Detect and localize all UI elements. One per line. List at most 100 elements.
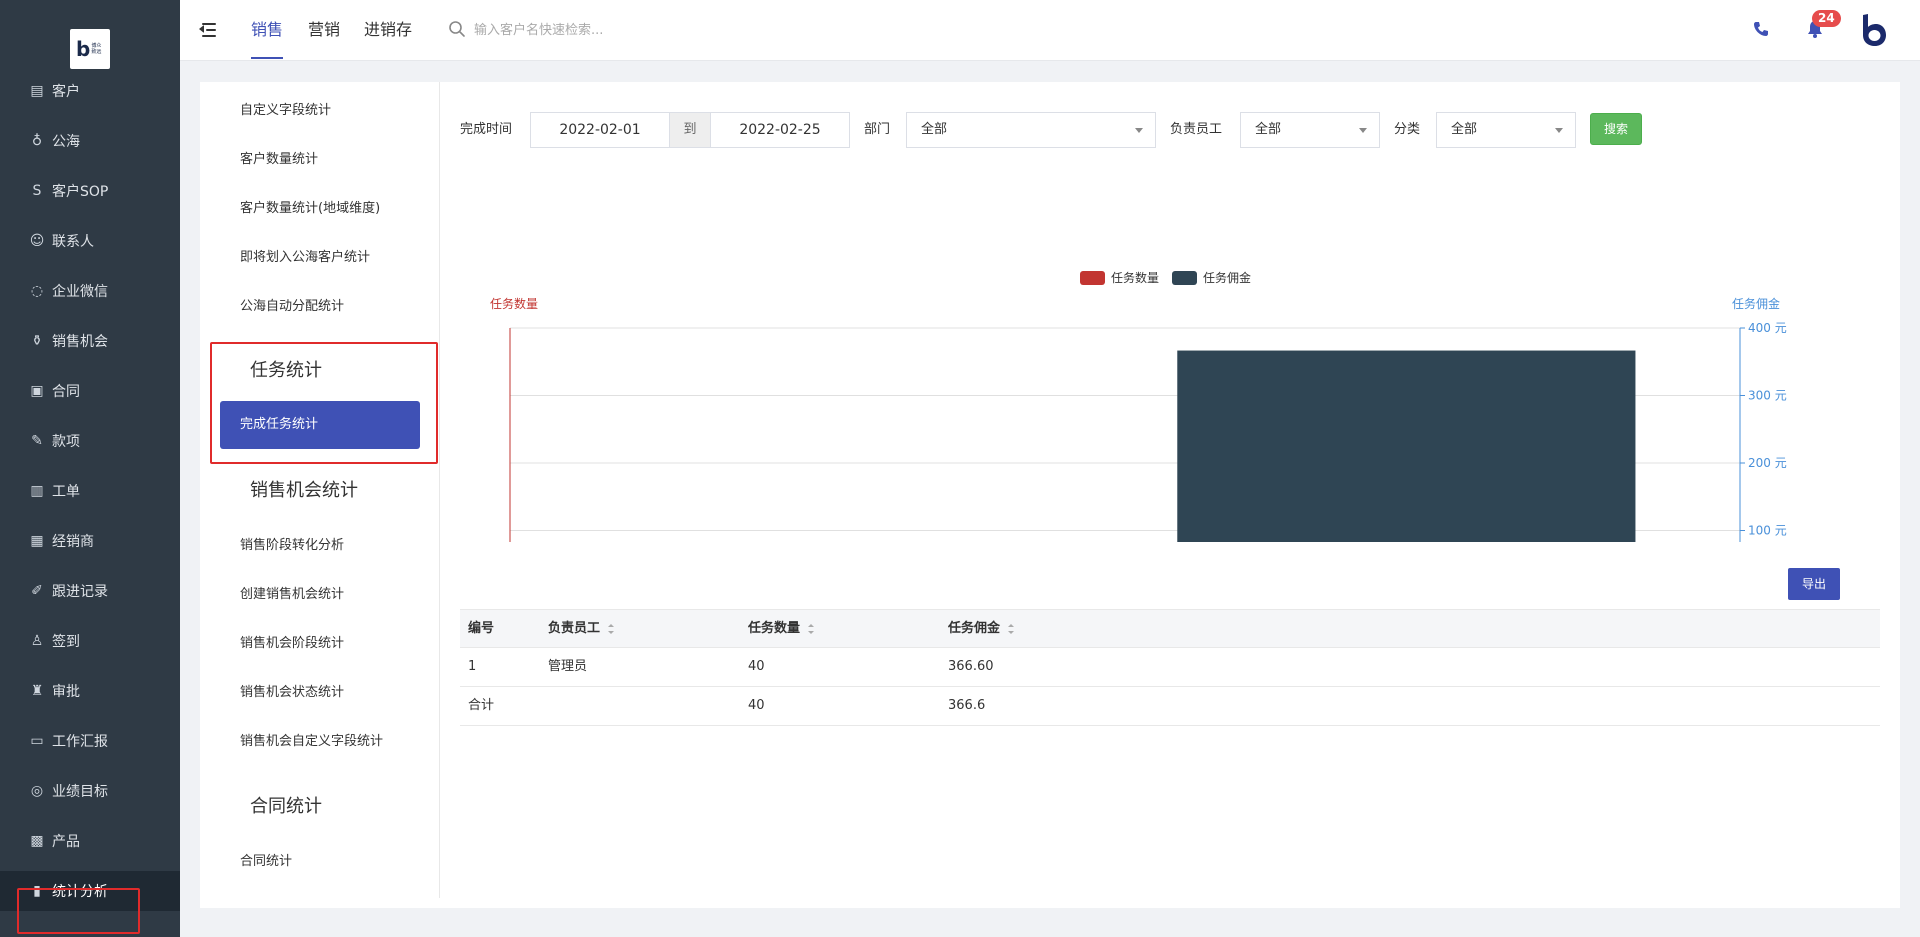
dept-label: 部门	[864, 122, 891, 137]
subnav-item[interactable]: 自定义字段统计	[240, 99, 331, 118]
sidebar-item[interactable]: ☺ 联系人	[0, 221, 180, 261]
tab-sales[interactable]: 销售	[251, 0, 284, 61]
menu-toggle-icon[interactable]	[198, 20, 220, 40]
store-icon: ▦	[30, 533, 44, 549]
tab-marketing[interactable]: 营销	[308, 0, 340, 61]
y-right-tick-label: 100 元	[1748, 524, 1787, 538]
legend-swatch	[1080, 271, 1105, 285]
subnav-item[interactable]: 创建销售机会统计	[240, 583, 344, 602]
sidebar-item-label: 工单	[52, 484, 80, 500]
app-logo[interactable]: b 博众致远	[70, 29, 110, 69]
sidebar-item[interactable]: ◎ 业绩目标	[0, 771, 180, 811]
subnav-item[interactable]: 销售机会阶段统计	[240, 632, 344, 651]
sidebar-item[interactable]: ⚱ 销售机会	[0, 321, 180, 361]
subnav-item[interactable]: 客户数量统计(地域维度)	[240, 197, 380, 216]
sidebar-item-label: 公海	[52, 134, 80, 150]
brand-icon[interactable]	[1858, 13, 1888, 47]
sidebar-item-label: 销售机会	[52, 334, 108, 350]
col-header-commission-label: 任务佣金	[948, 621, 1001, 636]
table-header-row: 编号 负责员工 任务数量 任务佣金	[460, 609, 1880, 648]
customer-search-input[interactable]	[474, 16, 774, 44]
notification-badge: 24	[1812, 10, 1841, 27]
sidebar-item-label: 产品	[52, 834, 80, 850]
stamp-icon: ♜	[30, 683, 44, 699]
sidebar-item[interactable]: ♙ 签到	[0, 621, 180, 661]
category-label: 分类	[1394, 122, 1421, 137]
bar	[1177, 350, 1636, 542]
chat-icon: ◌	[30, 283, 44, 299]
sidebar-item[interactable]: ▩ 产品	[0, 821, 180, 861]
sidebar-item[interactable]: ♁ 公海	[0, 121, 180, 161]
dept-select[interactable]: 全部	[906, 112, 1156, 148]
subnav-item-completed-tasks[interactable]: 完成任务统计	[220, 401, 420, 449]
sidebar-item[interactable]: S 客户SOP	[0, 171, 180, 211]
sidebar-item[interactable]: ▮ 统计分析	[0, 871, 180, 911]
section-task-stats: 任务统计	[250, 360, 322, 381]
sidebar-item-label: 客户SOP	[52, 184, 109, 200]
y-right-tick-label: 300 元	[1748, 389, 1787, 403]
sort-icon[interactable]	[808, 623, 815, 634]
date-separator: 到	[670, 112, 710, 148]
subnav-item[interactable]: 销售机会状态统计	[240, 681, 344, 700]
user-icon: ☺	[29, 233, 45, 249]
sort-icon[interactable]	[1008, 623, 1015, 634]
sort-icon[interactable]	[608, 623, 615, 634]
grid-icon: ▩	[30, 833, 44, 849]
cell-owner: 管理员	[548, 659, 588, 674]
col-header-owner-label: 负责员工	[548, 621, 601, 636]
subnav-item[interactable]: 客户数量统计	[240, 148, 318, 167]
cell-id: 1	[468, 659, 477, 674]
total-label: 合计	[468, 698, 495, 713]
search-button[interactable]: 搜索	[1590, 113, 1642, 145]
sidebar-item-label: 款项	[52, 434, 80, 450]
subnav-item[interactable]: 公海自动分配统计	[240, 295, 344, 314]
col-header-task-count[interactable]: 任务数量	[748, 610, 815, 648]
category-select[interactable]: 全部	[1436, 112, 1576, 148]
date-from-input[interactable]: 2022-02-01	[530, 112, 670, 148]
cell-commission: 366.60	[948, 659, 994, 674]
sidebar-item[interactable]: ▤ 客户	[0, 71, 180, 111]
subnav-item[interactable]: 即将划入公海客户统计	[240, 246, 370, 265]
table-row: 1 管理员 40 366.60	[460, 648, 1880, 687]
sidebar-item[interactable]: ♜ 审批	[0, 671, 180, 711]
top-header: 销售 营销 进销存 24	[180, 0, 1920, 61]
sidebar-item-label: 企业微信	[52, 284, 108, 300]
sidebar-item[interactable]: ▣ 合同	[0, 371, 180, 411]
payment-icon: ✎	[31, 433, 43, 449]
sidebar: b 博众致远 ▤ 客户 ♁ 公海 S 客户SOP ☺ 联系人 ◌ 企业微信 ⚱ 销售机会 ▣ 合同 ✎ 款项 ▥…	[0, 0, 180, 937]
subnav-item[interactable]: 销售阶段转化分析	[240, 534, 344, 553]
col-header-commission[interactable]: 任务佣金	[948, 610, 1015, 648]
sidebar-item[interactable]: ✐ 跟进记录	[0, 571, 180, 611]
total-task-count: 40	[748, 698, 765, 713]
search-icon	[449, 21, 465, 37]
building-icon: ▤	[30, 83, 44, 99]
sidebar-item-label: 统计分析	[52, 884, 108, 900]
col-header-owner[interactable]: 负责员工	[548, 610, 615, 648]
subnav-item[interactable]: 合同统计	[240, 850, 292, 869]
export-button[interactable]: 导出	[1788, 568, 1840, 600]
sidebar-item-label: 签到	[52, 634, 80, 650]
sidebar-item[interactable]: ▦ 经销商	[0, 521, 180, 561]
sidebar-item[interactable]: ◌ 企业微信	[0, 271, 180, 311]
section-opportunity-stats: 销售机会统计	[250, 480, 358, 501]
date-label: 完成时间	[460, 122, 513, 137]
date-to-input[interactable]: 2022-02-25	[710, 112, 850, 148]
y-right-tick-label: 400 元	[1748, 321, 1787, 335]
chevron-down-icon	[1555, 128, 1563, 133]
statistics-subnav: 自定义字段统计 客户数量统计 客户数量统计(地域维度) 即将划入公海客户统计 公…	[200, 82, 440, 898]
sidebar-item[interactable]: ▥ 工单	[0, 471, 180, 511]
total-commission: 366.6	[948, 698, 986, 713]
edit-icon: ✐	[31, 583, 43, 599]
owner-select[interactable]: 全部	[1240, 112, 1380, 148]
subnav-item[interactable]: 销售机会自定义字段统计	[240, 730, 383, 749]
y-right-tick-label: 200 元	[1748, 456, 1787, 470]
chevron-down-icon	[1135, 128, 1143, 133]
phone-icon[interactable]	[1752, 20, 1770, 38]
legend-swatch	[1172, 271, 1197, 285]
sidebar-item[interactable]: ✎ 款项	[0, 421, 180, 461]
presentation-icon: ▭	[30, 733, 44, 749]
table-total-row: 合计 40 366.6	[460, 687, 1880, 726]
tab-inventory[interactable]: 进销存	[364, 0, 412, 61]
sidebar-item[interactable]: ▭ 工作汇报	[0, 721, 180, 761]
sidebar-item-label: 工作汇报	[52, 734, 108, 750]
